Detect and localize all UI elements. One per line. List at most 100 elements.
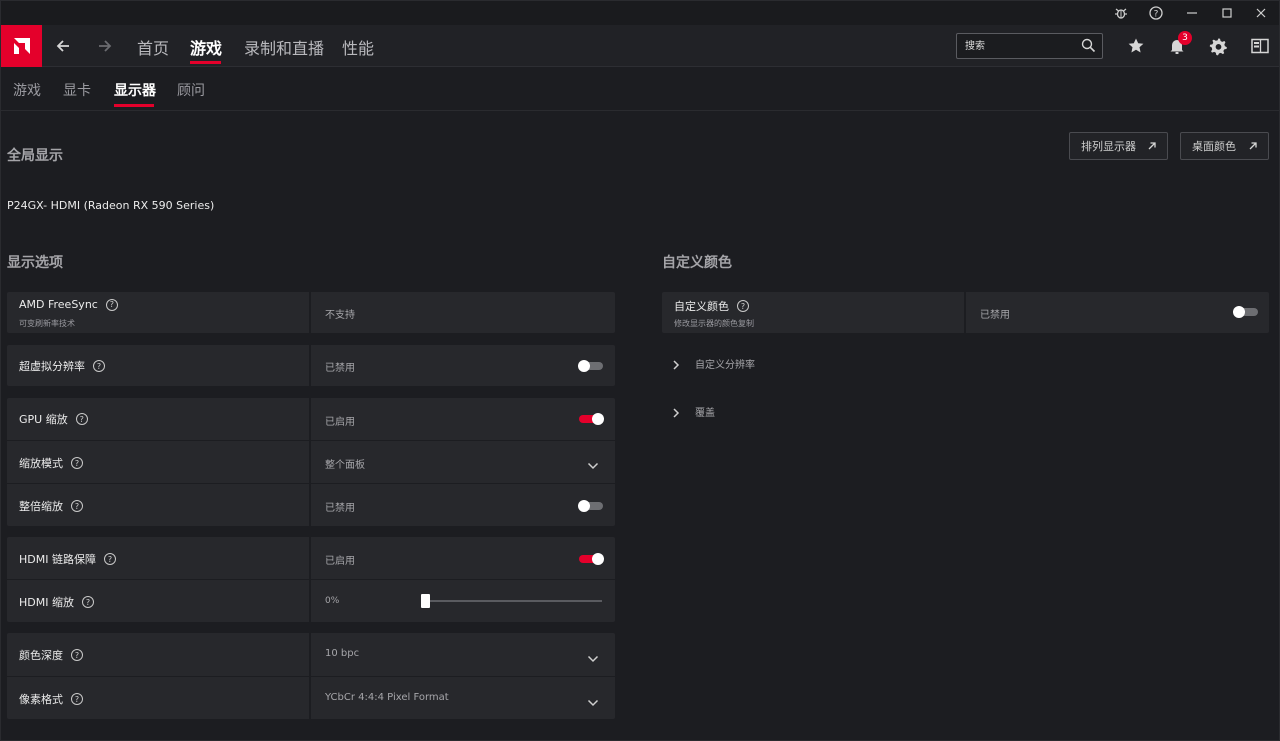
help-icon[interactable]: ? [71,457,83,469]
nav-home[interactable]: 首页 [137,35,169,59]
color-depth-row[interactable]: 颜色深度 ? 10 bpc [7,633,615,676]
minimize-icon[interactable] [1175,1,1209,25]
forward-arrow-icon[interactable] [92,33,118,59]
chevron-down-icon[interactable] [587,649,599,668]
vsr-label: 超虚拟分辨率 ? [19,358,105,374]
close-icon[interactable] [1244,1,1278,25]
hdmi-link-label: HDMI 链路保障 ? [19,551,116,567]
freesync-label: AMD FreeSync ? [19,298,118,311]
nav-record-stream[interactable]: 录制和直播 [244,35,324,59]
custom-color-row: 自定义颜色 ? 修改显示器的颜色复制 已禁用 [662,292,1269,333]
help-icon[interactable]: ? [105,298,118,311]
nav-active-indicator [190,61,221,64]
bug-report-icon[interactable] [1104,1,1138,25]
chevron-down-icon[interactable] [587,456,599,475]
hdmi-card: HDMI 链路保障 ? 已启用 HDMI 缩放 ? 0% [7,537,615,622]
search-icon[interactable] [1081,38,1096,57]
hdmi-scaling-label: HDMI 缩放 ? [19,594,94,610]
pixel-format-label: 像素格式 ? [19,691,83,707]
color-depth-value: 10 bpc [325,648,360,659]
gpu-scaling-label: GPU 缩放 ? [19,411,88,427]
vsr-value: 已禁用 [325,363,355,374]
overrides-label: 覆盖 [695,408,715,419]
sub-tabs: 游戏 显卡 显示器 顾问 [1,67,1279,111]
help-icon[interactable]: ? [103,553,116,565]
vsr-row: 超虚拟分辨率 ? 已禁用 [7,345,615,386]
chevron-down-icon[interactable] [587,693,599,712]
custom-color-section-title: 自定义颜色 [662,255,732,271]
app-window: ? 首页 游戏 录制和直播 性能 搜索 3 游戏 显卡 显示器 顾问 全局显示 … [0,0,1280,741]
nav-performance[interactable]: 性能 [342,35,374,59]
help-icon[interactable]: ? [71,649,83,661]
chevron-right-icon [671,404,681,423]
help-icon[interactable]: ? [93,360,105,372]
monitor-name: P24GX- HDMI (Radeon RX 590 Series) [7,199,215,212]
maximize-icon[interactable] [1210,1,1244,25]
back-arrow-icon[interactable] [50,33,76,59]
help-icon[interactable]: ? [1139,1,1173,25]
hdmi-link-row: HDMI 链路保障 ? 已启用 [7,537,615,579]
integer-scaling-label: 整倍缩放 ? [19,498,83,514]
subtab-active-indicator [114,104,154,107]
hdmi-scaling-slider-thumb[interactable] [421,594,430,608]
freesync-row: AMD FreeSync ? 可变刷新率技术 不支持 [7,292,615,333]
freesync-value: 不支持 [325,310,355,321]
global-display-title: 全局显示 [7,148,63,164]
help-icon[interactable]: ? [71,693,83,705]
help-icon[interactable]: ? [737,300,749,312]
subtab-advisor[interactable]: 顾问 [177,80,205,100]
notification-badge: 3 [1178,31,1192,45]
scaling-mode-label: 缩放模式 ? [19,455,83,471]
gpu-scaling-toggle[interactable] [579,413,604,425]
integer-scaling-toggle[interactable] [578,500,603,512]
scaling-mode-value: 整个面板 [325,460,365,471]
arrange-displays-label: 排列显示器 [1081,140,1136,153]
freesync-card: AMD FreeSync ? 可变刷新率技术 不支持 [7,292,615,333]
pixel-format-row[interactable]: 像素格式 ? YCbCr 4:4:4 Pixel Format [7,676,615,719]
hdmi-scaling-row: HDMI 缩放 ? 0% [7,579,615,622]
custom-color-card: 自定义颜色 ? 修改显示器的颜色复制 已禁用 [662,292,1269,333]
hdmi-scaling-slider-track[interactable] [425,600,602,602]
hdmi-link-toggle[interactable] [579,553,604,565]
subtab-display[interactable]: 显示器 [114,80,156,100]
external-link-icon [1147,141,1157,154]
vsr-card: 超虚拟分辨率 ? 已禁用 [7,345,615,386]
custom-color-value: 已禁用 [980,310,1010,321]
vsr-toggle[interactable] [578,360,603,372]
custom-resolution-label: 自定义分辨率 [695,360,755,371]
help-icon[interactable]: ? [75,413,88,425]
color-depth-label: 颜色深度 ? [19,647,83,663]
amd-logo-icon[interactable] [1,25,42,67]
desktop-color-label: 桌面颜色 [1192,140,1236,153]
search-input[interactable] [965,38,1075,54]
subtab-games[interactable]: 游戏 [13,80,41,100]
scaling-mode-row[interactable]: 缩放模式 ? 整个面板 [7,440,615,483]
pixel-format-value: YCbCr 4:4:4 Pixel Format [325,692,449,703]
hdmi-link-value: 已启用 [325,556,355,567]
search-box [956,33,1103,59]
gpu-scaling-value: 已启用 [325,417,355,428]
custom-color-sublabel: 修改显示器的颜色复制 [674,319,754,328]
desktop-color-button[interactable]: 桌面颜色 [1180,132,1269,160]
integer-scaling-value: 已禁用 [325,503,355,514]
gpu-scaling-row: GPU 缩放 ? 已启用 [7,398,615,440]
external-link-icon [1248,141,1258,154]
sidebar-panel-icon[interactable] [1247,33,1273,59]
help-icon[interactable]: ? [81,596,94,608]
star-icon[interactable] [1123,33,1149,59]
chevron-right-icon [671,356,681,375]
header-nav: 首页 游戏 录制和直播 性能 3 [1,25,1279,67]
custom-color-label: 自定义颜色 ? [674,298,749,314]
freesync-sublabel: 可变刷新率技术 [19,319,75,328]
notification-bell-icon[interactable]: 3 [1164,31,1192,59]
help-icon[interactable]: ? [71,500,83,512]
title-bar: ? [1,1,1279,25]
settings-gear-icon[interactable] [1205,33,1231,59]
display-options-title: 显示选项 [7,255,63,271]
hdmi-scaling-value: 0% [325,596,340,606]
subtab-graphics[interactable]: 显卡 [63,80,91,100]
custom-color-toggle[interactable] [1233,306,1258,318]
nav-gaming[interactable]: 游戏 [190,35,222,59]
integer-scaling-row: 整倍缩放 ? 已禁用 [7,483,615,526]
arrange-displays-button[interactable]: 排列显示器 [1069,132,1168,160]
